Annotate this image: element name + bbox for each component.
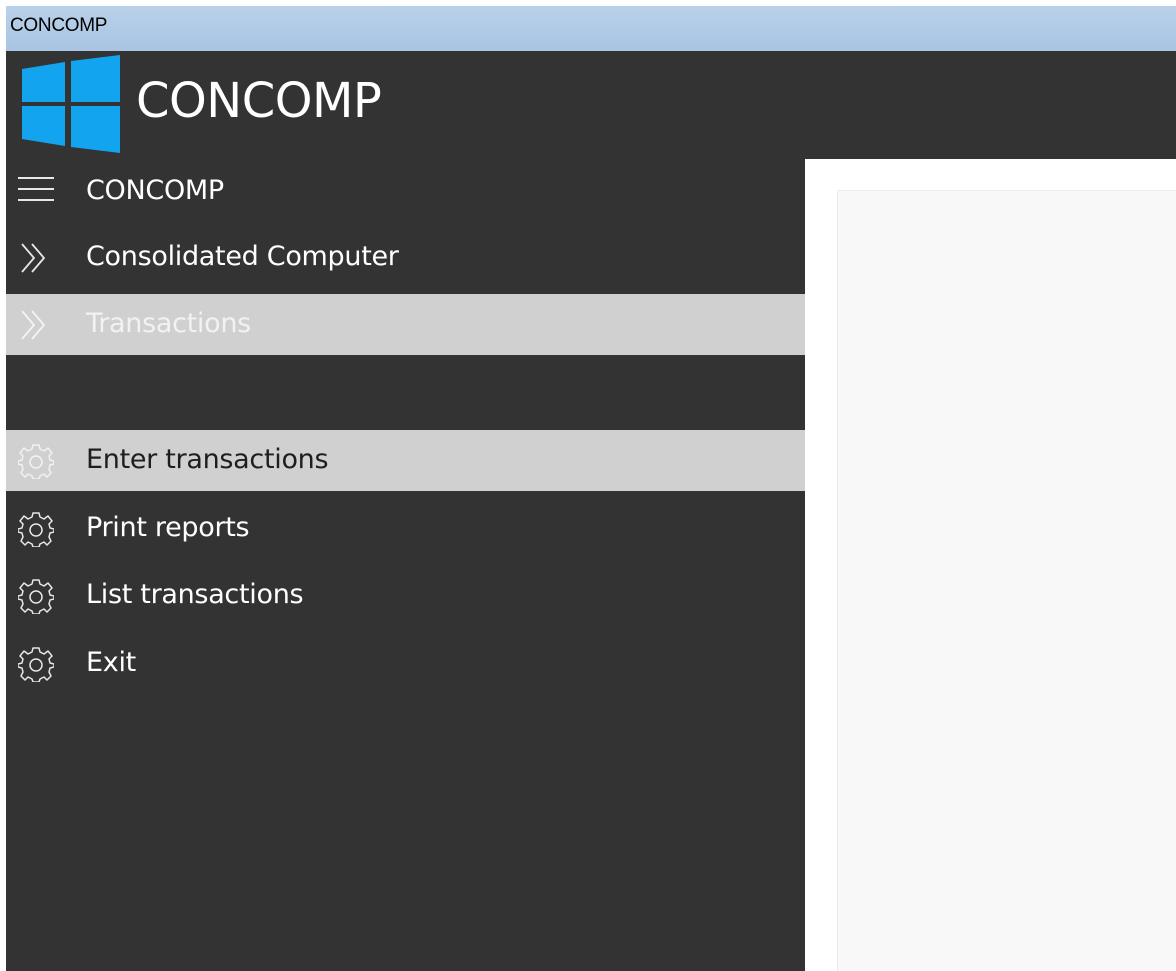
content-area [805,159,1176,971]
sidebar-menu-label: CONCOMP [86,175,224,206]
content-panel [837,190,1176,971]
action-label: List transactions [86,579,304,610]
action-label: Print reports [86,512,250,543]
sidebar: CONCOMP Consolidated Computer Transactio… [6,159,805,971]
breadcrumb-transactions[interactable]: Transactions [6,294,805,355]
breadcrumb-consolidated-computer[interactable]: Consolidated Computer [6,227,805,288]
windows-logo-icon [22,55,120,153]
window-title: CONCOMP [10,15,108,36]
app-header: CONCOMP [6,51,1176,159]
action-list-transactions[interactable]: List transactions [6,565,805,626]
gear-icon [18,444,54,479]
sidebar-menu-toggle[interactable]: CONCOMP [6,159,805,220]
breadcrumb-label: Consolidated Computer [86,241,399,272]
window-titlebar: CONCOMP [0,0,1176,51]
gear-icon [18,512,54,547]
gear-icon [18,579,54,614]
double-chevron-icon [21,243,46,273]
action-label: Exit [86,647,136,678]
action-enter-transactions[interactable]: Enter transactions [6,430,805,491]
action-label: Enter transactions [86,444,329,475]
breadcrumb-label: Transactions [86,308,251,339]
gear-icon [18,647,54,682]
action-print-reports[interactable]: Print reports [6,498,805,559]
action-exit[interactable]: Exit [6,633,805,694]
app-title: CONCOMP [136,73,382,129]
hamburger-icon [18,177,54,201]
titlebar-background [6,6,1176,51]
double-chevron-icon [21,310,46,340]
